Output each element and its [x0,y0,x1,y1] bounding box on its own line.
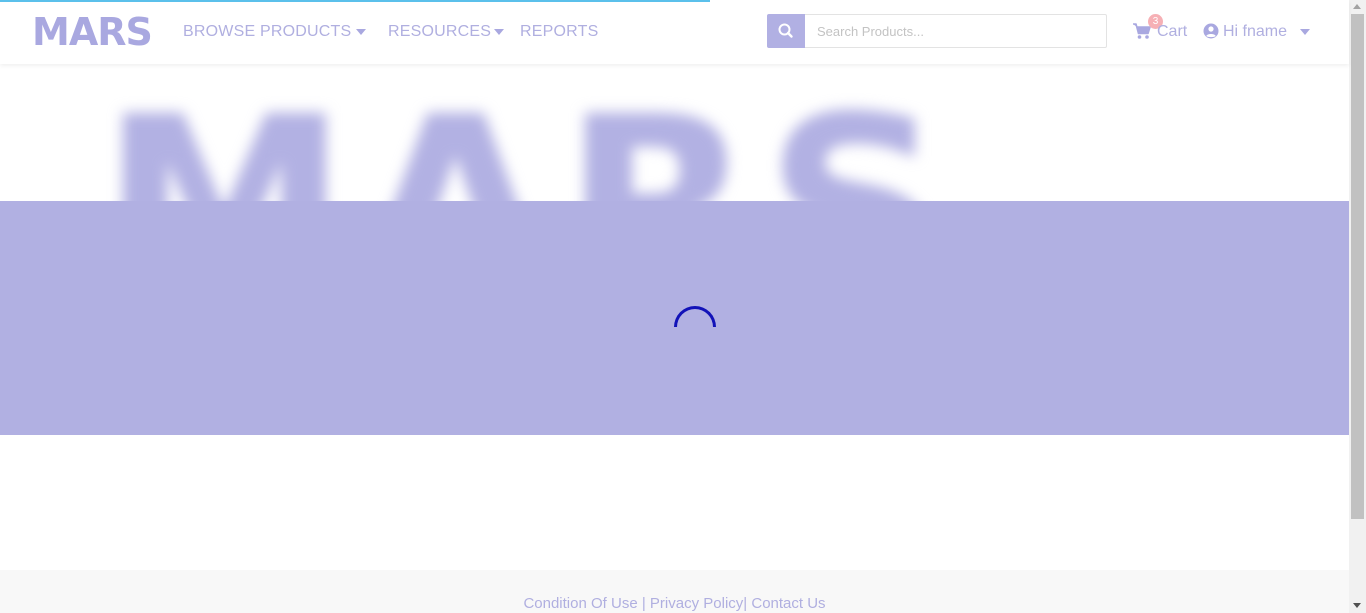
footer-link-condition-of-use[interactable]: Condition Of Use [523,595,637,612]
footer-separator: | [743,595,748,612]
scroll-down-arrow-icon[interactable] [1353,603,1361,608]
top-navbar: MARS BROWSE PRODUCTS RESOURCES REPORTS 3… [0,0,1349,64]
chevron-down-icon[interactable] [356,29,366,35]
nav-browse-products[interactable]: BROWSE PRODUCTS [183,22,351,42]
mars-logo[interactable]: MARS [32,11,153,53]
chevron-down-icon[interactable] [1300,29,1310,35]
cart-link[interactable]: Cart [1157,22,1187,42]
user-menu[interactable]: Hi fname [1223,22,1287,42]
footer-link-contact-us[interactable]: Contact Us [751,595,825,612]
nav-reports[interactable]: REPORTS [520,22,598,42]
chevron-down-icon[interactable] [494,29,504,35]
footer: Condition Of Use | Privacy Policy| Conta… [0,570,1349,613]
hero-blurred-logo: MARS [100,84,955,202]
footer-link-privacy-policy[interactable]: Privacy Policy [650,595,743,612]
hero-banner: MARS [0,64,1349,201]
page: MARS BROWSE PRODUCTS RESOURCES REPORTS 3… [0,0,1366,613]
loading-overlay [0,201,1349,435]
search-icon [778,23,793,38]
page-load-progress-bar [0,0,711,2]
footer-links: Condition Of Use | Privacy Policy| Conta… [0,595,1349,613]
nav-resources[interactable]: RESOURCES [388,22,491,42]
scrollbar-thumb[interactable] [1351,14,1364,519]
footer-separator: | [641,595,650,612]
search-input[interactable] [805,14,1107,48]
search-button[interactable] [767,14,805,48]
scroll-up-arrow-icon[interactable] [1353,4,1361,9]
user-circle-icon[interactable] [1203,23,1219,44]
